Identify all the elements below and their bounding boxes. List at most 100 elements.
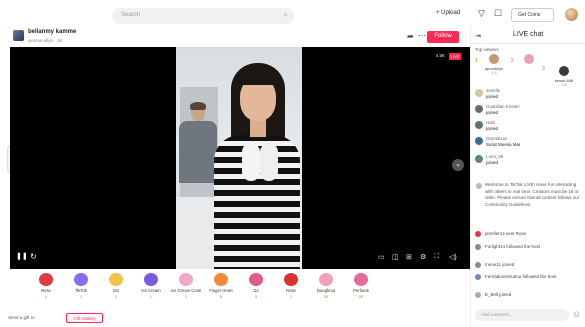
- gift-price: 1: [114, 294, 118, 299]
- video-player[interactable]: 4.5K LIVE ⌄ ❚❚ ↻ ▭ ◫ ⊞ ⚙ ⛶ ◁): [10, 47, 470, 269]
- chat-message-icon: [475, 231, 481, 237]
- search-icon[interactable]: ⌕: [284, 10, 288, 20]
- gift-price: 1: [79, 294, 83, 299]
- gift-gallery-label: Gift Gallery: [73, 316, 96, 321]
- chat-title: LIVE chat: [513, 31, 544, 38]
- rank-1-icon: 1: [475, 58, 478, 64]
- chat-user-name: Lumi_08: [486, 154, 504, 159]
- pause-icon[interactable]: ❚❚: [16, 252, 28, 260]
- top-viewer-2[interactable]: [515, 54, 543, 66]
- chat-user-avatar: [475, 105, 483, 113]
- volume-icon[interactable]: ◁): [449, 253, 457, 261]
- chat-entry-text: joined: [486, 94, 499, 99]
- chat-user-avatar: [475, 137, 483, 145]
- chat-message-text: E_Bell joined: [485, 292, 512, 297]
- gift-item[interactable]: Rose 1: [275, 273, 307, 311]
- upload-button[interactable]: + Upload: [436, 10, 460, 16]
- emoji-icon[interactable]: ☺: [572, 309, 581, 319]
- gift-item[interactable]: Perfume 20: [345, 273, 377, 311]
- chat-entry[interactable]: Omniatxxx Surat Muesa Mai: [475, 136, 583, 150]
- gift-icon: [39, 273, 53, 286]
- chat-message-text: Forlight14 followed the host: [485, 244, 541, 249]
- top-viewer-1[interactable]: apmutleys 4.5: [480, 54, 508, 75]
- gift-name: Ice Cream Cone: [170, 288, 202, 293]
- collapse-chat-icon[interactable]: ⇥: [475, 32, 481, 40]
- viewer-count: 4.5K: [435, 53, 445, 58]
- chat-message[interactable]: jennifer14 sent Rose: [475, 231, 583, 237]
- gift-name: Ice Cream: [141, 288, 161, 293]
- chat-message-icon: [475, 292, 481, 298]
- gift-name: Rose: [286, 288, 296, 293]
- top-viewer-avatar: [559, 66, 569, 76]
- chat-user-avatar: [475, 155, 483, 163]
- gift-icon[interactable]: ⊞: [406, 253, 412, 261]
- chat-message[interactable]: Forlight14 followed the host: [475, 244, 583, 250]
- chat-user-name: Hani: [486, 120, 496, 125]
- gift-name: GG: [112, 288, 120, 293]
- more-icon[interactable]: ⋯: [418, 31, 426, 40]
- inbox-icon[interactable]: ☐: [494, 8, 502, 19]
- chat-message[interactable]: Inoue11 joined: [475, 262, 583, 268]
- host-subtitle: yvonne ellyn · 2K: [28, 38, 63, 43]
- gift-icon: [354, 273, 368, 286]
- host-avatar[interactable]: [13, 30, 24, 41]
- fullscreen-icon[interactable]: ⛶: [434, 253, 439, 261]
- gift-item[interactable]: Finger Heart 5: [205, 273, 237, 311]
- chat-message-icon: [475, 244, 481, 250]
- gift-item[interactable]: Rose 1: [30, 273, 62, 311]
- comment-input[interactable]: Add comment...: [475, 309, 569, 321]
- refresh-icon[interactable]: ↻: [30, 252, 37, 261]
- chat-entry-text: joined: [486, 126, 499, 131]
- chat-message-icon: [475, 262, 481, 268]
- gift-item[interactable]: TikTok 1: [65, 273, 97, 311]
- gift-icon: [214, 273, 228, 286]
- comment-placeholder: Add comment...: [481, 312, 513, 317]
- picture-in-picture-icon[interactable]: ◫: [392, 253, 399, 261]
- quality-icon[interactable]: ⚙: [420, 253, 426, 261]
- gift-name: Rose: [41, 288, 51, 293]
- gift-name: TikTok: [75, 288, 87, 293]
- gift-item[interactable]: Ice Cream 1: [135, 273, 167, 311]
- welcome-notice: Welcome to TikTok LIVE! Have fun interac…: [475, 182, 583, 224]
- gift-item[interactable]: Ice Cream Cone 1: [170, 273, 202, 311]
- top-viewer-3[interactable]: kessir 888 1.8: [546, 66, 582, 87]
- gift-price: 1: [289, 294, 293, 299]
- gift-name: DJ: [253, 288, 259, 293]
- chat-entry[interactable]: Jenelle joined: [475, 88, 583, 102]
- chat-entry[interactable]: Hani joined: [475, 120, 583, 134]
- captions-icon[interactable]: ▭: [378, 253, 385, 261]
- host-name[interactable]: bellanmy kamme: [28, 29, 76, 35]
- chat-entry-text: joined: [486, 110, 499, 115]
- top-viewers-label: Top viewers: [475, 47, 499, 52]
- gift-price: 1: [44, 294, 48, 299]
- gift-icon: [144, 273, 158, 286]
- share-icon[interactable]: ➦: [407, 32, 414, 41]
- gift-item[interactable]: DJ 5: [240, 273, 272, 311]
- gift-price: 20: [358, 294, 364, 299]
- gift-item[interactable]: Doughnut 30: [310, 273, 342, 311]
- streamer-glove-right: [260, 143, 278, 181]
- chat-entry[interactable]: Lumi_08 joined: [475, 154, 583, 168]
- top-viewer-count: 4.5: [491, 71, 497, 75]
- chat-message-text: Fernaduvnimutmu followed the host: [485, 274, 557, 279]
- get-coins-button[interactable]: Get Coins: [511, 8, 554, 22]
- chat-message[interactable]: Fernaduvnimutmu followed the host: [475, 274, 583, 280]
- background-person: [179, 121, 217, 183]
- gift-icon: [179, 273, 193, 286]
- gift-icon: [74, 273, 88, 286]
- chat-entry[interactable]: Guardian Kirsten joined: [475, 104, 583, 118]
- chat-divider: [471, 43, 585, 44]
- gift-gallery-button[interactable]: Gift Gallery: [66, 313, 103, 323]
- user-avatar[interactable]: [565, 8, 578, 21]
- filter-icon[interactable]: ▽: [478, 8, 485, 19]
- chat-message[interactable]: E_Bell joined: [475, 292, 583, 298]
- gift-item[interactable]: GG 1: [100, 273, 132, 311]
- rank-3-icon: 3: [542, 66, 545, 72]
- gift-name: Finger Heart: [209, 288, 233, 293]
- follow-button[interactable]: Follow: [427, 31, 459, 43]
- gift-icon: [319, 273, 333, 286]
- gift-name: Doughnut: [316, 288, 336, 293]
- chevron-down-icon[interactable]: ⌄: [452, 159, 464, 171]
- search-input[interactable]: Search ⌕: [112, 8, 294, 24]
- streamer-glove-left: [242, 143, 260, 181]
